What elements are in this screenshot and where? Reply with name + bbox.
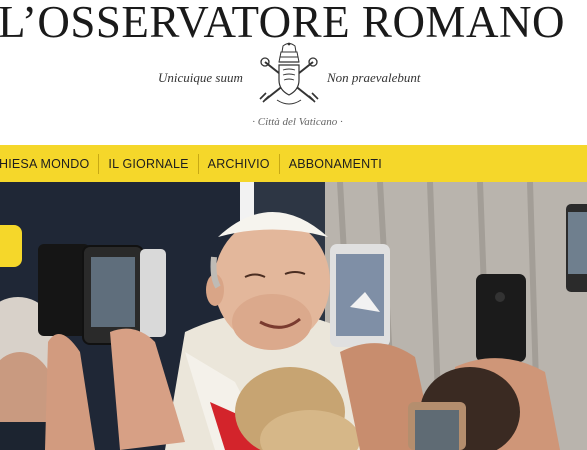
main-navigation: HIESA MONDO IL GIORNALE ARCHIVIO ABBONAM… <box>0 145 587 182</box>
city-label: · Città del Vaticano · <box>252 116 343 128</box>
newspaper-title[interactable]: L’OSSERVATORE ROMANO <box>0 0 587 48</box>
papal-coat-of-arms-icon <box>259 42 319 105</box>
motto-left: Unicuique suum <box>158 70 243 85</box>
motto-right: Non praevalebunt <box>327 70 421 85</box>
nav-item-archivio[interactable]: ARCHIVIO <box>197 153 279 174</box>
city-line: · Città del Vaticano · <box>0 116 587 128</box>
nav-item-il-giornale[interactable]: IL GIORNALE <box>98 153 197 174</box>
masthead: L’OSSERVATORE ROMANO Unicuique suum Non … <box>0 0 587 145</box>
hero-overlay-tab[interactable] <box>0 225 22 267</box>
hero-photo-illustration <box>0 182 587 450</box>
nav-item-chiesa-mondo[interactable]: HIESA MONDO <box>0 154 98 174</box>
nav-item-abbonamenti[interactable]: ABBONAMENTI <box>278 153 391 174</box>
hero-photo[interactable] <box>0 182 587 450</box>
